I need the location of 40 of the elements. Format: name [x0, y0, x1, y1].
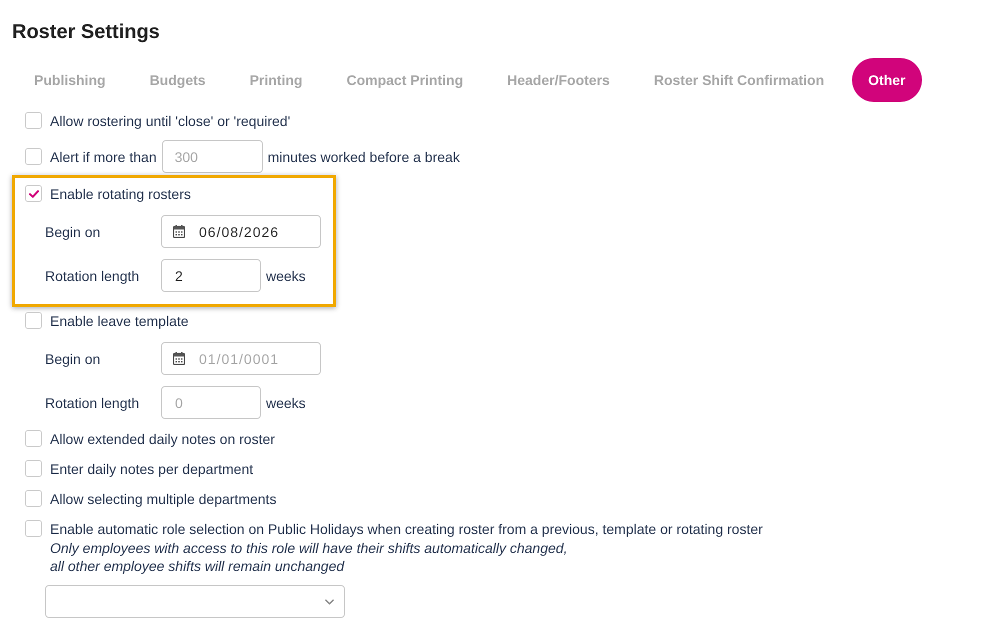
checkbox[interactable]: [25, 520, 42, 537]
checkbox-label: Enter daily notes per department: [50, 460, 254, 476]
calendar-icon: [173, 352, 185, 365]
field-label: Begin on: [45, 224, 102, 240]
checkbox[interactable]: [25, 460, 42, 477]
note-text: Only employees with access to this role will have their shifts automatically changed, all other employee shifts will remain unchanged: [49, 539, 568, 575]
role-select[interactable]: [45, 585, 345, 618]
tab[interactable]: Printing: [234, 58, 318, 102]
tab[interactable]: Publishing: [18, 58, 122, 102]
date-field[interactable]: 06/08/2026: [161, 215, 321, 248]
checkbox-label: Enable rotating rosters: [50, 186, 191, 202]
unit-label: weeks: [266, 268, 306, 284]
checkbox-label: Allow rostering until 'close' or 'required': [50, 112, 290, 128]
suffix-label: minutes worked before a break: [268, 148, 460, 164]
calendar-icon: [173, 225, 185, 238]
checkbox-label: Allow selecting multiple departments: [50, 490, 276, 506]
tab[interactable]: Compact Printing: [330, 58, 480, 102]
checkbox[interactable]: [25, 312, 42, 329]
tab[interactable]: Roster Shift Confirmation: [638, 58, 840, 102]
checkbox[interactable]: [25, 490, 42, 507]
chevron-down-icon: [325, 598, 334, 604]
field-label: Rotation length: [45, 268, 140, 284]
check-icon: [28, 190, 38, 198]
checkbox[interactable]: [25, 430, 42, 447]
checkbox-label: Enable leave template: [50, 312, 189, 328]
checkbox-label: Enable automatic role selection on Public Holidays when creating roster from a previous, template or rotating roster: [50, 520, 763, 536]
page-title: Roster Settings: [12, 21, 160, 43]
number-field[interactable]: 2: [161, 259, 261, 292]
field-label: Rotation length: [45, 394, 140, 410]
minutes-input[interactable]: 300: [162, 140, 263, 173]
field-label: Begin on: [45, 350, 102, 366]
checkbox[interactable]: [25, 185, 42, 202]
checkbox[interactable]: [25, 112, 42, 129]
tab[interactable]: Budgets: [134, 58, 222, 102]
checkbox-label: Allow extended daily notes on roster: [50, 430, 275, 446]
tab[interactable]: Other: [852, 58, 922, 102]
unit-label: weeks: [266, 394, 306, 410]
tab[interactable]: Header/Footers: [491, 58, 626, 102]
checkbox-label: Alert if more than: [50, 148, 157, 164]
checkbox[interactable]: [25, 148, 42, 165]
